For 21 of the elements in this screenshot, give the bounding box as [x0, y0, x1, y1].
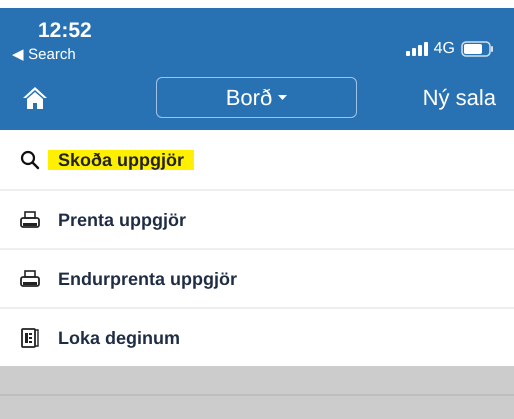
- battery-icon: [461, 41, 494, 57]
- menu-item[interactable]: Endurprenta uppgjör: [0, 248, 514, 307]
- menu-item[interactable]: Loka deginum: [0, 307, 514, 366]
- menu-item-label: Prenta uppgjör: [57, 210, 188, 230]
- status-time: 12:52: [38, 18, 92, 44]
- menu-item[interactable]: Skoða uppgjör: [0, 130, 514, 189]
- back-to-search-link[interactable]: ◀ Search: [12, 45, 92, 65]
- network-label: 4G: [434, 39, 455, 59]
- menu-item-label: Skoða uppgjör: [48, 150, 194, 170]
- search-icon: [20, 150, 40, 170]
- menu-item-label: Loka deginum: [57, 328, 182, 348]
- table-dropdown-button[interactable]: Borð: [156, 77, 357, 118]
- signal-icon: [406, 42, 428, 56]
- printer-icon: [20, 270, 40, 288]
- menu-item[interactable]: Prenta uppgjör: [0, 189, 514, 248]
- home-icon[interactable]: [22, 86, 48, 110]
- receipt-icon: [20, 328, 40, 348]
- caret-icon: [278, 95, 288, 100]
- printer-icon: [20, 210, 40, 228]
- new-sale-button[interactable]: Ný sala: [422, 81, 496, 114]
- menu-item-label: Endurprenta uppgjör: [57, 268, 238, 288]
